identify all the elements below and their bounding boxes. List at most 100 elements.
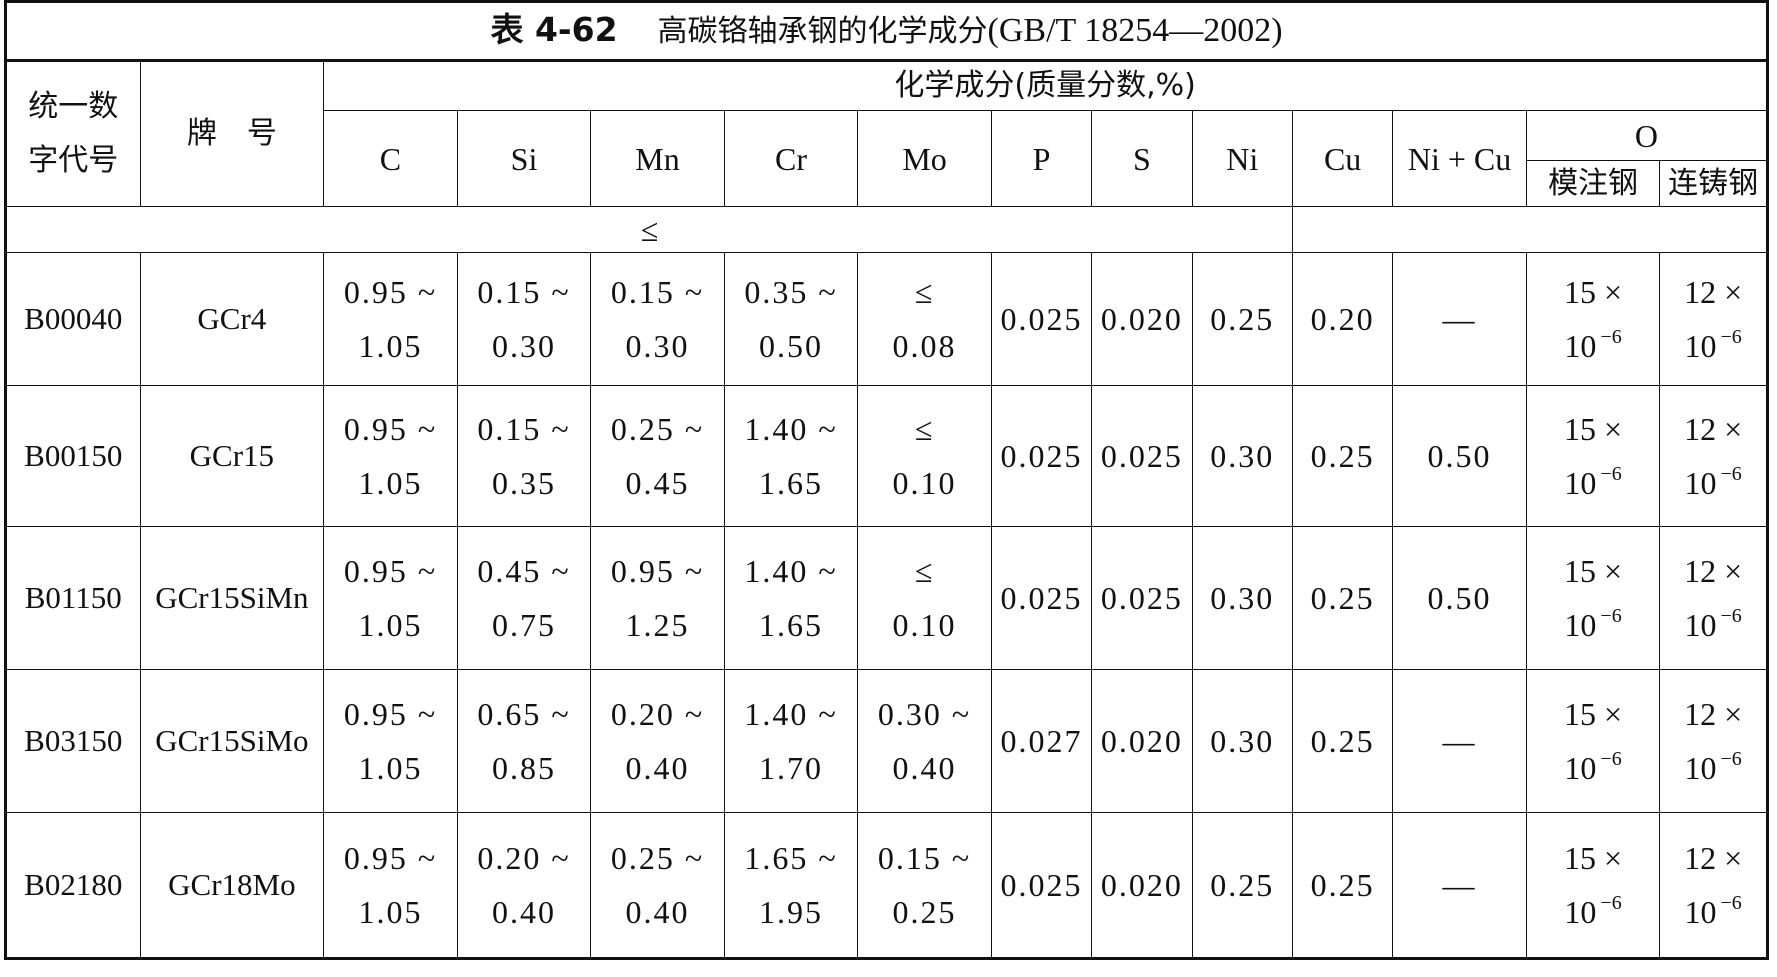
- cell-ni-cu: 0.50: [1392, 526, 1527, 670]
- header-grade: 牌 号: [139, 60, 325, 207]
- oxygen-coefficient: 15 ×: [1564, 696, 1623, 732]
- cell-oxygen-continuous-cast: 12 × 10 −6: [1659, 385, 1768, 527]
- cell-grade: GCr15: [139, 385, 325, 527]
- cell-cr-upper: 1.65 ~: [744, 840, 838, 876]
- oxygen-coefficient: 15 ×: [1564, 553, 1623, 589]
- cell-c-upper: 0.95 ~: [343, 274, 438, 310]
- cell-mo-lower: 0.08: [892, 328, 957, 364]
- cell-cr-lower: 1.65: [759, 607, 824, 643]
- cell-s: 0.025: [1091, 526, 1193, 670]
- cell-c-upper: 0.95 ~: [343, 411, 438, 447]
- cell-mn-lower: 0.45: [625, 465, 690, 501]
- cell-si: 0.15 ~ 0.35: [456, 385, 592, 527]
- cell-grade: GCr15SiMn: [139, 526, 325, 670]
- oxygen-power: 10 −6: [1662, 741, 1764, 795]
- header-s: S: [1091, 110, 1193, 207]
- cell-unified-code: B03150: [5, 669, 141, 813]
- cell-s: 0.020: [1091, 252, 1193, 386]
- header-oxygen-mold-cast: 模注钢: [1525, 160, 1661, 207]
- cell-mn-lower: 0.40: [625, 750, 690, 786]
- composition-table-container: 表 4-62 高碳铬轴承钢的化学成分(GB/T 18254—2002) 统一数 字代…: [4, 0, 1769, 974]
- cell-grade: GCr18Mo: [139, 812, 325, 959]
- cell-cr-upper: 1.40 ~: [744, 411, 838, 447]
- oxygen-power-base: 10: [1564, 328, 1597, 364]
- chemical-composition-table: 表 4-62 高碳铬轴承钢的化学成分(GB/T 18254—2002) 统一数 字代…: [4, 0, 1769, 960]
- cell-mn-lower: 0.30: [625, 328, 690, 364]
- cell-oxygen-mold-cast: 15 × 10 −6: [1525, 526, 1661, 670]
- cell-cr-lower: 0.50: [759, 328, 824, 364]
- cell-mn: 0.25 ~ 0.45: [590, 385, 725, 527]
- cell-oxygen-mold-cast: 15 × 10 −6: [1525, 669, 1661, 813]
- cell-si-upper: 0.15 ~: [477, 411, 571, 447]
- cell-ni-cu: —: [1392, 669, 1527, 813]
- cell-c: 0.95 ~ 1.05: [323, 252, 458, 386]
- cell-ni: 0.30: [1191, 669, 1293, 813]
- header-oxygen: O: [1525, 110, 1769, 161]
- cell-oxygen-continuous-cast: 12 × 10 −6: [1659, 526, 1768, 670]
- oxygen-power-base: 10: [1564, 607, 1597, 643]
- oxygen-power: 10 −6: [1662, 456, 1764, 510]
- cell-cr: 1.40 ~ 1.70: [723, 669, 859, 813]
- cell-unified-code: B02180: [5, 812, 141, 959]
- oxygen-power: 10 −6: [1529, 598, 1658, 652]
- cell-si-upper: 0.15 ~: [477, 274, 571, 310]
- cell-p: 0.027: [990, 669, 1093, 813]
- cell-p: 0.025: [990, 252, 1093, 386]
- header-c: C: [323, 110, 458, 207]
- cell-mo: 0.15 ~ 0.25: [857, 812, 992, 959]
- oxygen-power-exponent: −6: [1600, 892, 1622, 914]
- cell-c-upper: 0.95 ~: [343, 840, 438, 876]
- cell-c-lower: 1.05: [358, 894, 423, 930]
- cell-si: 0.65 ~ 0.85: [456, 669, 592, 813]
- oxygen-power-exponent: −6: [1720, 892, 1742, 914]
- cell-mn-upper: 0.25 ~: [610, 840, 705, 876]
- table-name: 高碳铬轴承钢的化学成分: [657, 14, 988, 50]
- cell-cu: 0.20: [1291, 252, 1394, 386]
- header-chemical-composition: 化学成分(质量分数,%): [323, 60, 1768, 111]
- cell-c: 0.95 ~ 1.05: [323, 526, 458, 670]
- cell-mo: ≤0.08: [857, 252, 992, 386]
- header-mn: Mn: [590, 110, 725, 207]
- oxygen-power-exponent: −6: [1600, 605, 1622, 627]
- cell-mn-upper: 0.95 ~: [610, 553, 705, 589]
- cell-cr: 1.40 ~ 1.65: [723, 526, 859, 670]
- table-row: B03150 GCr15SiMo 0.95 ~ 1.05 0.65 ~ 0.85 0.20 …: [5, 669, 1768, 813]
- cell-si-lower: 0.30: [491, 328, 556, 364]
- cell-cr-lower: 1.65: [759, 465, 824, 501]
- cell-c: 0.95 ~ 1.05: [323, 385, 458, 527]
- oxygen-coefficient: 12 ×: [1684, 840, 1743, 876]
- cell-si-upper: 0.45 ~: [477, 553, 571, 589]
- oxygen-power: 10 −6: [1662, 319, 1764, 373]
- cell-ni: 0.30: [1191, 526, 1293, 670]
- cell-mn: 0.25 ~ 0.40: [590, 812, 725, 959]
- cell-unified-code: B00040: [5, 252, 141, 386]
- oxygen-coefficient: 15 ×: [1564, 411, 1623, 447]
- cell-mo: ≤0.10: [857, 526, 992, 670]
- header-max-sign: ≤: [5, 206, 1293, 253]
- cell-mn-upper: 0.15 ~: [610, 274, 705, 310]
- cell-oxygen-continuous-cast: 12 × 10 −6: [1659, 812, 1768, 959]
- oxygen-power: 10 −6: [1662, 598, 1764, 652]
- cell-si-upper: 0.20 ~: [477, 840, 571, 876]
- cell-cu: 0.25: [1291, 812, 1394, 959]
- cell-c: 0.95 ~ 1.05: [323, 812, 458, 959]
- cell-s: 0.025: [1091, 385, 1193, 527]
- header-ni: Ni: [1191, 110, 1293, 207]
- cell-c-lower: 1.05: [358, 465, 423, 501]
- oxygen-power-base: 10: [1684, 894, 1717, 930]
- cell-si: 0.45 ~ 0.75: [456, 526, 592, 670]
- oxygen-power-base: 10: [1684, 750, 1717, 786]
- cell-mo-upper: ≤: [914, 553, 935, 589]
- oxygen-coefficient: 15 ×: [1564, 274, 1623, 310]
- cell-c-upper: 0.95 ~: [343, 696, 438, 732]
- header-cu: Cu: [1291, 110, 1394, 207]
- table-body: B00040 GCr4 0.95 ~ 1.05 0.15 ~ 0.30 0.15 ~ 0.30…: [5, 252, 1768, 959]
- cell-ni-cu: —: [1392, 812, 1527, 959]
- cell-grade: GCr15SiMo: [139, 669, 325, 813]
- oxygen-power: 10 −6: [1529, 456, 1658, 510]
- header-ni-cu: Ni + Cu: [1392, 110, 1527, 207]
- cell-mo-upper: ≤: [914, 274, 935, 310]
- oxygen-power-exponent: −6: [1720, 605, 1742, 627]
- cell-p: 0.025: [990, 385, 1093, 527]
- cell-mn-lower: 0.40: [625, 894, 690, 930]
